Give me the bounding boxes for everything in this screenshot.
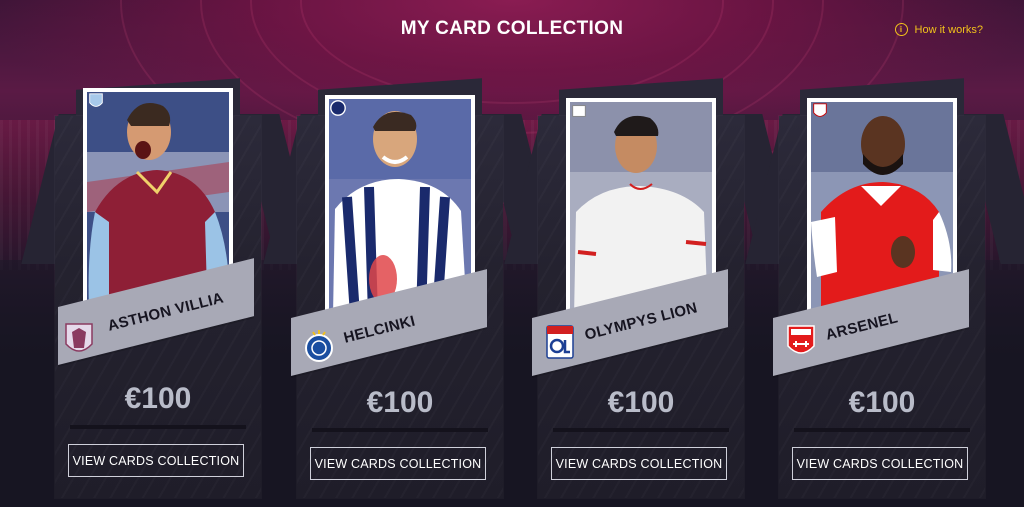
card-price: €100: [366, 386, 434, 419]
olympique-lyonnais-crest-icon: [546, 325, 574, 359]
view-cards-collection-button[interactable]: VIEW CARDS COLLECTION: [551, 447, 727, 480]
card-price: €100: [607, 386, 675, 419]
aston-villa-crest-icon: [65, 323, 93, 352]
view-cards-collection-button[interactable]: VIEW CARDS COLLECTION: [310, 447, 486, 480]
hjk-crest-icon: [305, 330, 333, 362]
view-cards-collection-button[interactable]: VIEW CARDS COLLECTION: [68, 444, 244, 477]
price-divider: [553, 428, 729, 432]
club-card-1: ASTHON VILLIA €100 VIEW CARDS COLLECTION: [21, 0, 317, 507]
club-card-2: HELCINKI €100 VIEW CARDS COLLECTION: [263, 0, 559, 507]
view-cards-collection-button[interactable]: VIEW CARDS COLLECTION: [792, 447, 968, 480]
price-divider: [70, 425, 246, 429]
arsenal-crest-icon: [787, 325, 815, 354]
card-price: €100: [848, 386, 916, 419]
price-divider: [794, 428, 970, 432]
card-price: €100: [124, 382, 192, 415]
club-card-3: OLYMPYS LION €100 VIEW CARDS COLLECTION: [504, 0, 800, 507]
price-divider: [312, 428, 488, 432]
club-card-4: ARSENEL €100 VIEW CARDS COLLECTION: [745, 0, 1024, 507]
